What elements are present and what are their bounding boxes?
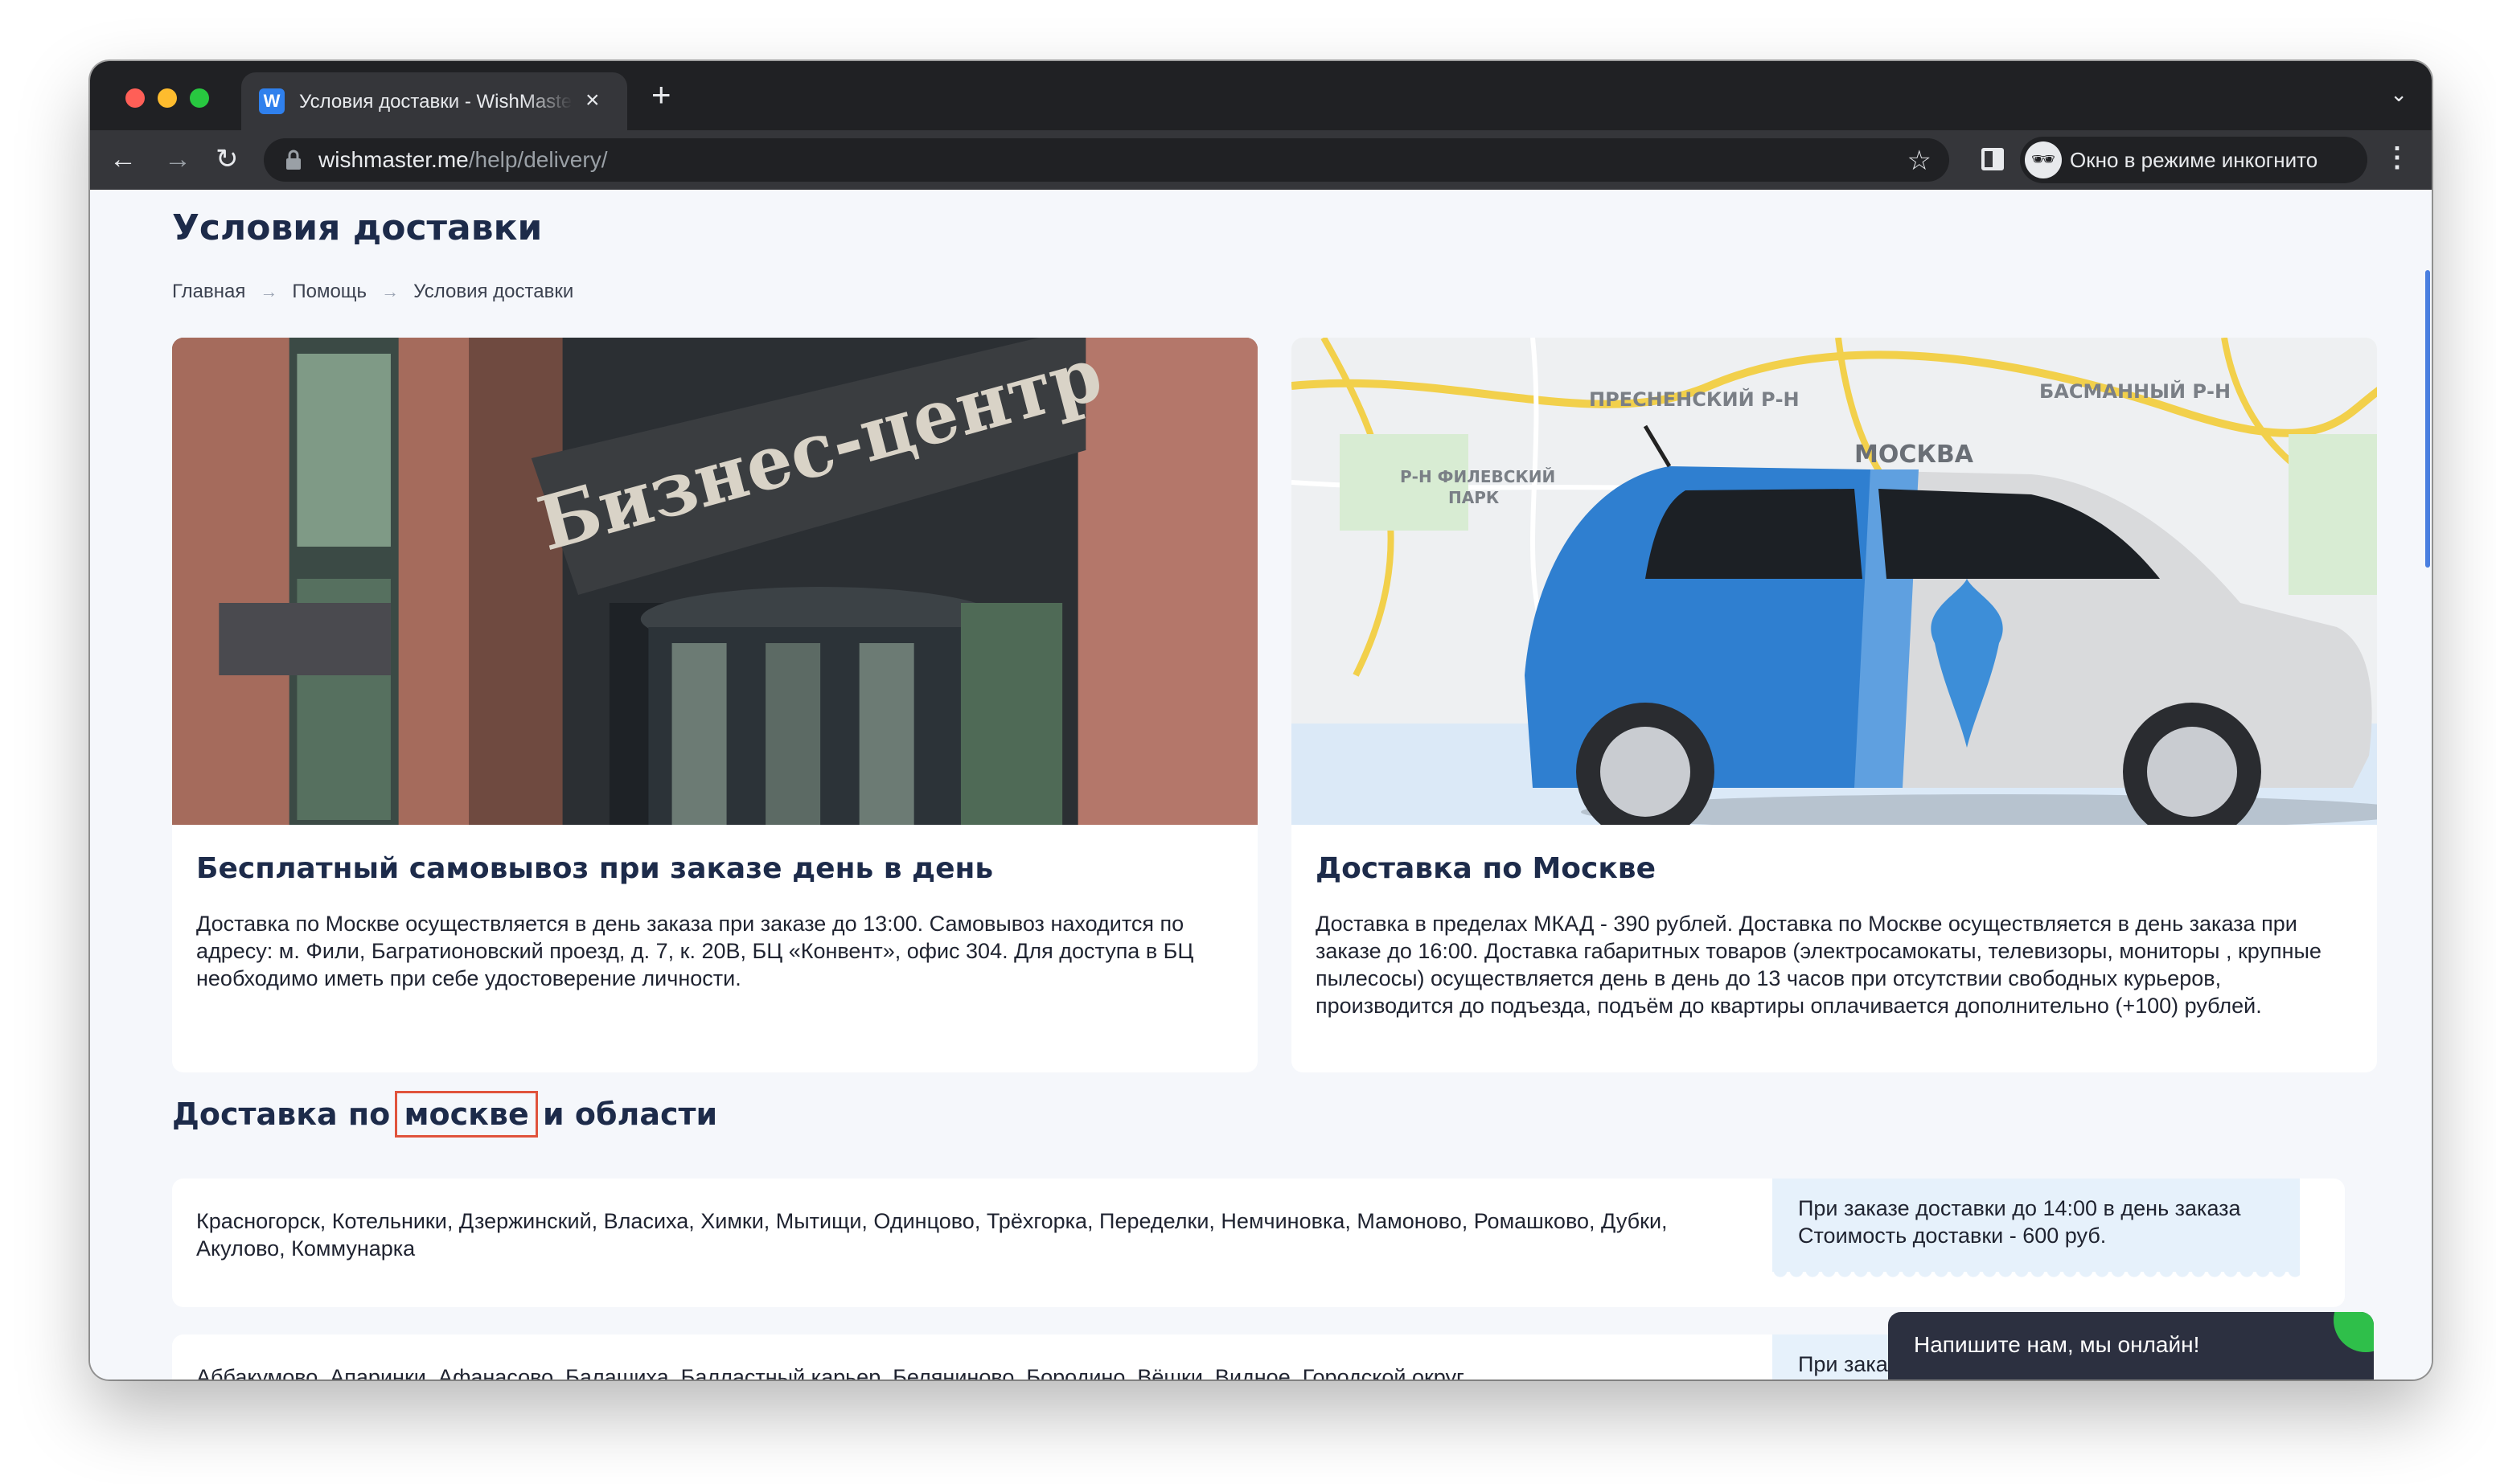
- lock-icon: [286, 150, 301, 170]
- bookmark-star-icon[interactable]: ☆: [1907, 145, 1932, 177]
- online-status-icon: [2334, 1312, 2374, 1352]
- browser-tab[interactable]: W Условия доставки - WishMaster ×: [241, 72, 627, 130]
- map-label: ПАРК: [1448, 488, 1500, 507]
- browser-toolbar: ← → ↻ wishmaster.me/help/delivery/ ☆ 🕶 О…: [90, 130, 2432, 190]
- map-label: БАСМАННЫЙ Р-Н: [2039, 379, 2231, 403]
- side-panel-icon[interactable]: [1981, 148, 2004, 170]
- site-favicon-icon: W: [259, 88, 285, 114]
- tab-title: Условия доставки - WishMaster: [299, 91, 573, 113]
- zone-price-time: При заказе доставки до 14:00 в день зака…: [1798, 1196, 2241, 1220]
- zone-price-cost: Стоимость доставки - 600 руб.: [1798, 1224, 2107, 1248]
- reload-icon[interactable]: ↻: [216, 143, 239, 175]
- incognito-icon: 🕶: [2025, 141, 2062, 178]
- minimize-window-button[interactable]: [158, 88, 177, 108]
- forward-arrow-icon[interactable]: →: [164, 143, 191, 175]
- moscow-map-car-image: ПРЕСНЕНСКИЙ Р-Н БАСМАННЫЙ Р-Н МОСКВА Р-Н…: [1291, 338, 2377, 825]
- close-tab-icon[interactable]: ×: [585, 87, 600, 114]
- close-window-button[interactable]: [125, 88, 145, 108]
- browser-menu-icon[interactable]: ⋮: [2383, 141, 2411, 174]
- map-label: МОСКВА: [1854, 441, 1974, 469]
- zone-price-box: При заказе доставки до 14:00 в день зака…: [1772, 1179, 2300, 1280]
- zone-towns: Аббакумово, Апаринки, Афанасово, Балаших…: [196, 1365, 1464, 1379]
- incognito-label: Окно в режиме инкогнито: [2070, 148, 2318, 172]
- pickup-card-text: Доставка по Москве осуществляется в день…: [196, 912, 1194, 990]
- tab-search-chevron-icon[interactable]: ⌄: [2390, 82, 2408, 107]
- pickup-card-title: Бесплатный самовывоз при заказе день в д…: [196, 852, 994, 885]
- page-content: Условия доставки Главная → Помощь → Условия …: [90, 190, 2432, 1379]
- moscow-delivery-card-title: Доставка по Москве: [1316, 852, 1656, 885]
- url-text: wishmaster.me/help/delivery/: [318, 147, 608, 172]
- map-label: Р-Н ФИЛЕВСКИЙ: [1400, 467, 1555, 486]
- breadcrumb: Главная → Помощь → Условия доставки: [172, 278, 573, 305]
- chat-widget-label: Напишите нам, мы онлайн!: [1914, 1332, 2200, 1357]
- zoom-window-button[interactable]: [190, 88, 209, 108]
- region-delivery-heading: Доставка по москве и области: [172, 1091, 718, 1138]
- arrow-right-icon: →: [260, 281, 278, 301]
- pickup-card: Бизнес-центр Бесплатный самовывоз при за…: [172, 338, 1258, 1072]
- breadcrumb-home-link[interactable]: Главная: [172, 281, 245, 302]
- chat-widget-button[interactable]: Напишите нам, мы онлайн!: [1888, 1312, 2374, 1379]
- zone-towns: Красногорск, Котельники, Дзержинский, Вл…: [196, 1209, 1668, 1261]
- highlighted-word: москве: [395, 1091, 538, 1138]
- back-arrow-icon[interactable]: ←: [109, 143, 137, 175]
- arrow-right-icon: →: [381, 281, 400, 301]
- page-scrollbar[interactable]: [2425, 270, 2430, 568]
- new-tab-button[interactable]: +: [651, 78, 671, 112]
- browser-window: W Условия доставки - WishMaster × + ⌄ ← …: [90, 61, 2432, 1379]
- map-label: ПРЕСНЕНСКИЙ Р-Н: [1589, 387, 1800, 411]
- delivery-zone-row: Красногорск, Котельники, Дзержинский, Вл…: [172, 1179, 2345, 1307]
- tab-strip: W Условия доставки - WishMaster × + ⌄: [90, 61, 2432, 130]
- address-bar[interactable]: wishmaster.me/help/delivery/ ☆: [264, 138, 1949, 182]
- page-title: Условия доставки: [172, 207, 543, 248]
- breadcrumb-current: Условия доставки: [413, 281, 574, 302]
- moscow-delivery-card-text: Доставка в пределах МКАД - 390 рублей. Д…: [1316, 912, 2322, 1018]
- incognito-indicator[interactable]: 🕶 Окно в режиме инкогнито: [2020, 137, 2367, 183]
- breadcrumb-help-link[interactable]: Помощь: [292, 281, 367, 302]
- moscow-delivery-card: ПРЕСНЕНСКИЙ Р-Н БАСМАННЫЙ Р-Н МОСКВА Р-Н…: [1291, 338, 2377, 1072]
- business-center-photo: Бизнес-центр: [172, 338, 1258, 825]
